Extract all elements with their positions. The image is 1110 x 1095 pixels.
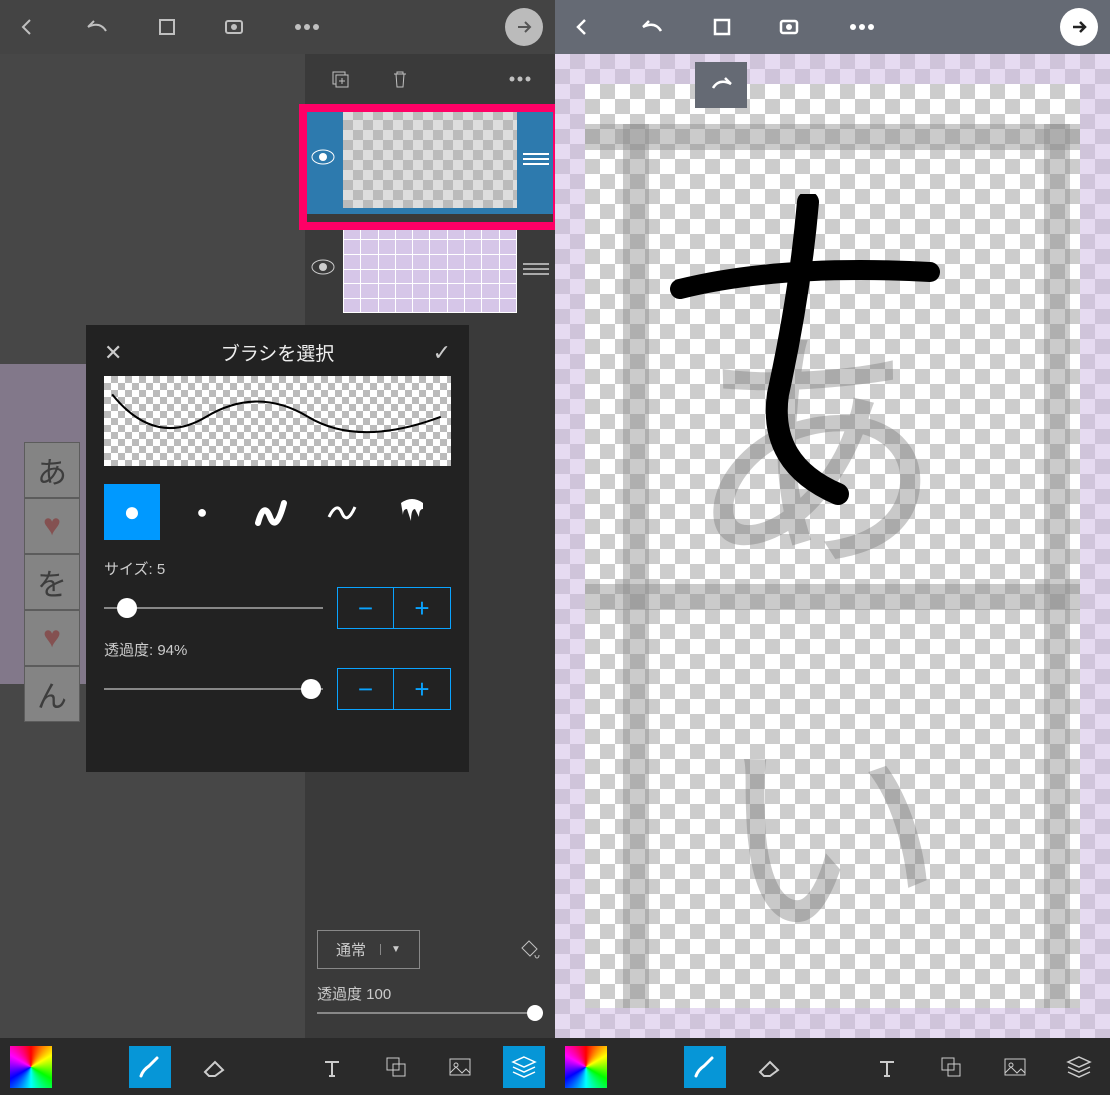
crop-icon[interactable] [152,12,182,42]
user-stroke [660,194,980,514]
more-icon[interactable] [847,12,877,42]
blend-mode-select[interactable]: 通常 ▼ [317,930,420,969]
shape-tool[interactable] [930,1046,972,1088]
color-picker[interactable] [565,1046,607,1088]
layer-2[interactable] [305,214,555,324]
size-plus-button[interactable]: + [394,588,450,628]
confirm-icon[interactable]: ✓ [433,340,451,366]
back-icon[interactable] [12,12,42,42]
eraser-tool[interactable] [748,1046,790,1088]
opacity-plus-button[interactable]: + [394,669,450,709]
trace-char-i: い [715,654,945,987]
popup-title: ブラシを選択 [221,339,335,366]
layer-more-icon[interactable] [505,64,535,94]
size-slider[interactable] [104,607,323,609]
brush-preview [104,376,451,466]
delete-layer-icon[interactable] [385,64,415,94]
undo-icon[interactable] [82,12,112,42]
drag-handle-icon[interactable] [523,263,549,275]
brush-tool[interactable] [684,1046,726,1088]
brush-scribble[interactable] [244,484,300,540]
brush-select-popup: ✕ ブラシを選択 ✓ ● ● サイズ: 5 − + 透過度: 94% − [86,325,469,772]
top-toolbar-left [0,0,555,54]
canvas-area-right[interactable]: あ い [555,54,1110,1038]
shape-tool[interactable] [375,1046,417,1088]
bottom-toolbar-left [0,1038,555,1095]
add-layer-icon[interactable] [325,64,355,94]
layer-thumbnail [343,225,517,313]
top-toolbar-right [555,0,1110,54]
brush-type-row: ● ● [104,484,451,540]
blend-mode-label: 通常 [336,939,366,960]
more-icon[interactable] [292,12,322,42]
drag-handle-icon[interactable] [523,153,549,165]
layers-tool[interactable] [503,1046,545,1088]
bottom-toolbar-right [555,1038,1110,1095]
size-label: サイズ: 5 [104,558,451,579]
visibility-icon[interactable] [311,259,337,280]
opacity-label: 透過度: 94% [104,639,451,660]
brush-soft[interactable]: ● [174,484,230,540]
chevron-down-icon: ▼ [380,944,401,955]
layer-1[interactable] [305,104,555,214]
brush-wave[interactable] [314,484,370,540]
back-icon[interactable] [567,12,597,42]
color-picker[interactable] [10,1046,52,1088]
close-icon[interactable]: ✕ [104,340,122,366]
text-tool[interactable] [866,1046,908,1088]
size-minus-button[interactable]: − [338,588,394,628]
bucket-icon[interactable] [513,935,543,965]
image-tool[interactable] [994,1046,1036,1088]
crop-icon[interactable] [707,12,737,42]
visibility-icon[interactable] [311,149,337,170]
brush-round[interactable]: ● [104,484,160,540]
record-icon[interactable] [777,12,807,42]
brush-drip[interactable] [384,484,440,540]
next-button[interactable] [505,8,543,46]
text-tool[interactable] [311,1046,353,1088]
opacity-slider[interactable] [104,688,323,690]
layers-tool[interactable] [1058,1046,1100,1088]
undo-icon[interactable] [637,12,667,42]
brush-tool[interactable] [129,1046,171,1088]
layer-opacity-slider[interactable] [317,1012,543,1014]
layer-opacity-label: 透過度 100 [317,983,543,1004]
image-tool[interactable] [439,1046,481,1088]
next-button[interactable] [1060,8,1098,46]
eraser-tool[interactable] [193,1046,235,1088]
layer-thumbnail [343,110,517,208]
record-icon[interactable] [222,12,252,42]
opacity-minus-button[interactable]: − [338,669,394,709]
